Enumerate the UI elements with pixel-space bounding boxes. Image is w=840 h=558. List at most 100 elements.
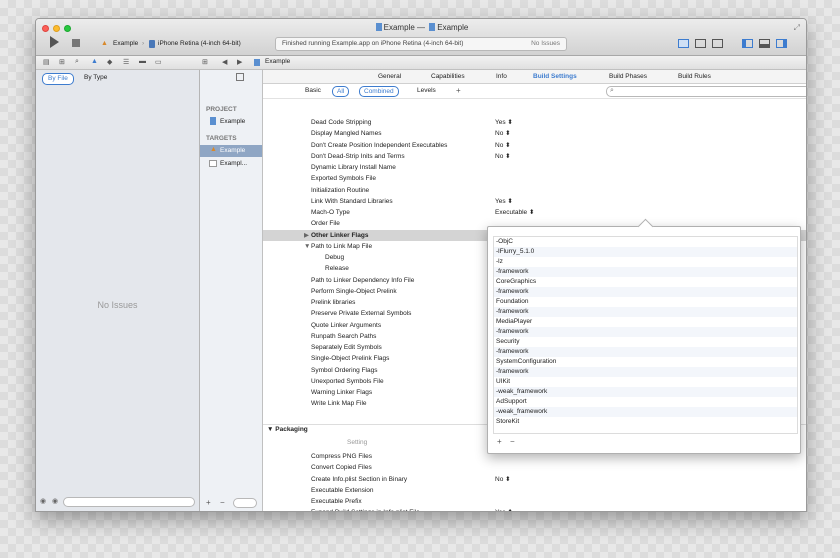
flag-item[interactable]: -ObjC [494, 237, 797, 247]
project-item[interactable]: Example [220, 118, 245, 125]
flag-item[interactable]: UIKit [494, 377, 797, 387]
setting-row[interactable]: Mach-O Type Executable ⬍ [263, 207, 806, 218]
assistant-editor-icon[interactable] [695, 39, 706, 48]
filter-recent-icon[interactable]: ◉ [40, 497, 46, 505]
basic-filter-button[interactable]: Basic [305, 87, 321, 94]
setting-value[interactable]: No ⬍ [495, 474, 511, 485]
packaging-section-header[interactable]: ▼ Packaging [267, 426, 308, 433]
setting-name: Perform Single-Object Prelink [311, 287, 397, 295]
setting-row[interactable]: Don't Create Position Independent Execut… [263, 140, 806, 151]
flag-item[interactable]: -lz [494, 257, 797, 267]
tab-build-phases[interactable]: Build Phases [609, 73, 647, 80]
flag-item[interactable]: AdSupport [494, 397, 797, 407]
jumpbar-file[interactable]: Example [265, 58, 290, 65]
flag-item[interactable]: MediaPlayer [494, 317, 797, 327]
setting-name: Initialization Routine [311, 186, 370, 194]
destination-selector[interactable]: iPhone Retina (4-inch 64-bit) [158, 40, 241, 47]
scheme-selector[interactable]: Example [113, 40, 138, 47]
flag-item[interactable]: -lFlurry_5.1.0 [494, 247, 797, 257]
find-navigator-icon[interactable]: ⌕ [75, 58, 79, 66]
run-button[interactable] [50, 36, 59, 48]
debug-navigator-icon[interactable]: ☰ [123, 58, 129, 66]
tab-info[interactable]: Info [496, 73, 507, 80]
levels-filter-button[interactable]: Levels [417, 87, 436, 94]
setting-row[interactable]: Link With Standard Libraries Yes ⬍ [263, 196, 806, 207]
setting-row[interactable]: Exported Symbols File [263, 173, 806, 184]
packaging-setting-row[interactable]: Expand Build Settings in Info.plist File… [263, 507, 806, 511]
tab-build-settings[interactable]: Build Settings [533, 73, 577, 80]
issue-navigator-icon[interactable]: ▲ [91, 58, 98, 65]
setting-value[interactable]: No ⬍ [495, 151, 511, 162]
version-editor-icon[interactable] [712, 39, 723, 48]
packaging-setting-row[interactable]: Convert Copied Files [263, 462, 806, 473]
packaging-setting-row[interactable]: Executable Extension [263, 485, 806, 496]
packaging-setting-row[interactable]: Executable Prefix [263, 496, 806, 507]
disclosure-triangle-icon[interactable]: ▶ [304, 230, 309, 241]
window-title-right: Example [437, 23, 469, 32]
flag-item[interactable]: Foundation [494, 297, 797, 307]
add-flag-button[interactable]: + [497, 437, 502, 446]
flag-item[interactable]: SystemConfiguration [494, 357, 797, 367]
packaging-setting-row[interactable]: Create Info.plist Section in Binary No ⬍ [263, 474, 806, 485]
project-navigator-icon[interactable]: ▤ [43, 58, 50, 66]
flag-item[interactable]: -framework [494, 287, 797, 297]
remove-flag-button[interactable]: − [510, 437, 515, 446]
flag-item[interactable]: -weak_framework [494, 407, 797, 417]
issues-count-text[interactable]: No Issues [531, 40, 560, 47]
flag-item[interactable]: -framework [494, 307, 797, 317]
target-item[interactable]: Exampl... [200, 158, 262, 170]
setting-value[interactable]: Yes ⬍ [495, 196, 513, 207]
scope-by-type-button[interactable]: By Type [84, 74, 107, 81]
debug-area-toggle-icon[interactable] [759, 39, 770, 48]
flag-item[interactable]: -weak_framework [494, 387, 797, 397]
setting-name: Debug [325, 254, 345, 261]
all-filter-button[interactable]: All [332, 86, 350, 97]
target-filter-input[interactable] [233, 498, 257, 508]
flag-item[interactable]: -framework [494, 347, 797, 357]
activity-status-box: Finished running Example.app on iPhone R… [275, 37, 567, 51]
related-items-icon[interactable]: ⊞ [202, 58, 208, 66]
flag-item[interactable]: -framework [494, 327, 797, 337]
combined-filter-button[interactable]: Combined [359, 86, 399, 97]
log-navigator-icon[interactable]: ▭ [155, 58, 162, 66]
setting-row[interactable]: Dead Code Stripping Yes ⬍ [263, 117, 806, 128]
breakpoint-navigator-icon[interactable]: ▬ [139, 58, 146, 65]
forward-arrow-icon[interactable]: ▶ [237, 58, 242, 66]
test-navigator-icon[interactable]: ◆ [107, 58, 112, 66]
fullscreen-icon[interactable]: ⤢ [794, 23, 800, 33]
setting-row[interactable]: Initialization Routine [263, 185, 806, 196]
setting-value[interactable]: Executable ⬍ [495, 207, 534, 218]
setting-row[interactable]: Dynamic Library Install Name [263, 162, 806, 173]
utilities-toggle-icon[interactable] [776, 39, 787, 48]
flag-item[interactable]: -framework [494, 267, 797, 277]
tab-build-rules[interactable]: Build Rules [678, 73, 711, 80]
disclosure-triangle-icon[interactable]: ▼ [304, 241, 310, 252]
symbol-navigator-icon[interactable]: ⊞ [59, 58, 65, 66]
navigator-toggle-icon[interactable] [742, 39, 753, 48]
stop-button[interactable] [72, 39, 80, 47]
settings-search-input[interactable]: ⌕ [606, 86, 806, 97]
setting-value[interactable]: Yes ⬍ [495, 117, 513, 128]
add-setting-button[interactable]: + [456, 86, 461, 95]
setting-value[interactable]: Yes ⬍ [495, 507, 513, 511]
setting-row[interactable]: Don't Dead-Strip Inits and Terms No ⬍ [263, 151, 806, 162]
setting-row[interactable]: Display Mangled Names No ⬍ [263, 128, 806, 139]
scope-by-file-button[interactable]: By File [42, 73, 74, 85]
remove-target-button[interactable]: − [220, 498, 225, 507]
back-arrow-icon[interactable]: ◀ [222, 58, 227, 66]
flag-item[interactable]: -framework [494, 367, 797, 377]
tab-general[interactable]: General [378, 73, 401, 80]
flag-item[interactable]: CoreGraphics [494, 277, 797, 287]
standard-editor-icon[interactable] [678, 39, 689, 48]
show-hide-list-icon[interactable] [236, 73, 244, 81]
setting-value[interactable]: No ⬍ [495, 140, 511, 151]
navigator-filter-input[interactable] [63, 497, 195, 507]
setting-name: Path to Linker Dependency Info File [311, 276, 415, 284]
setting-value[interactable]: No ⬍ [495, 128, 511, 139]
add-target-button[interactable]: + [206, 498, 211, 507]
target-item-selected[interactable]: ▲ Example [200, 145, 262, 157]
filter-errors-icon[interactable]: ◉ [52, 497, 58, 505]
flag-item[interactable]: Security [494, 337, 797, 347]
tab-capabilities[interactable]: Capabilities [431, 73, 465, 80]
flag-item[interactable]: StoreKit [494, 417, 797, 427]
